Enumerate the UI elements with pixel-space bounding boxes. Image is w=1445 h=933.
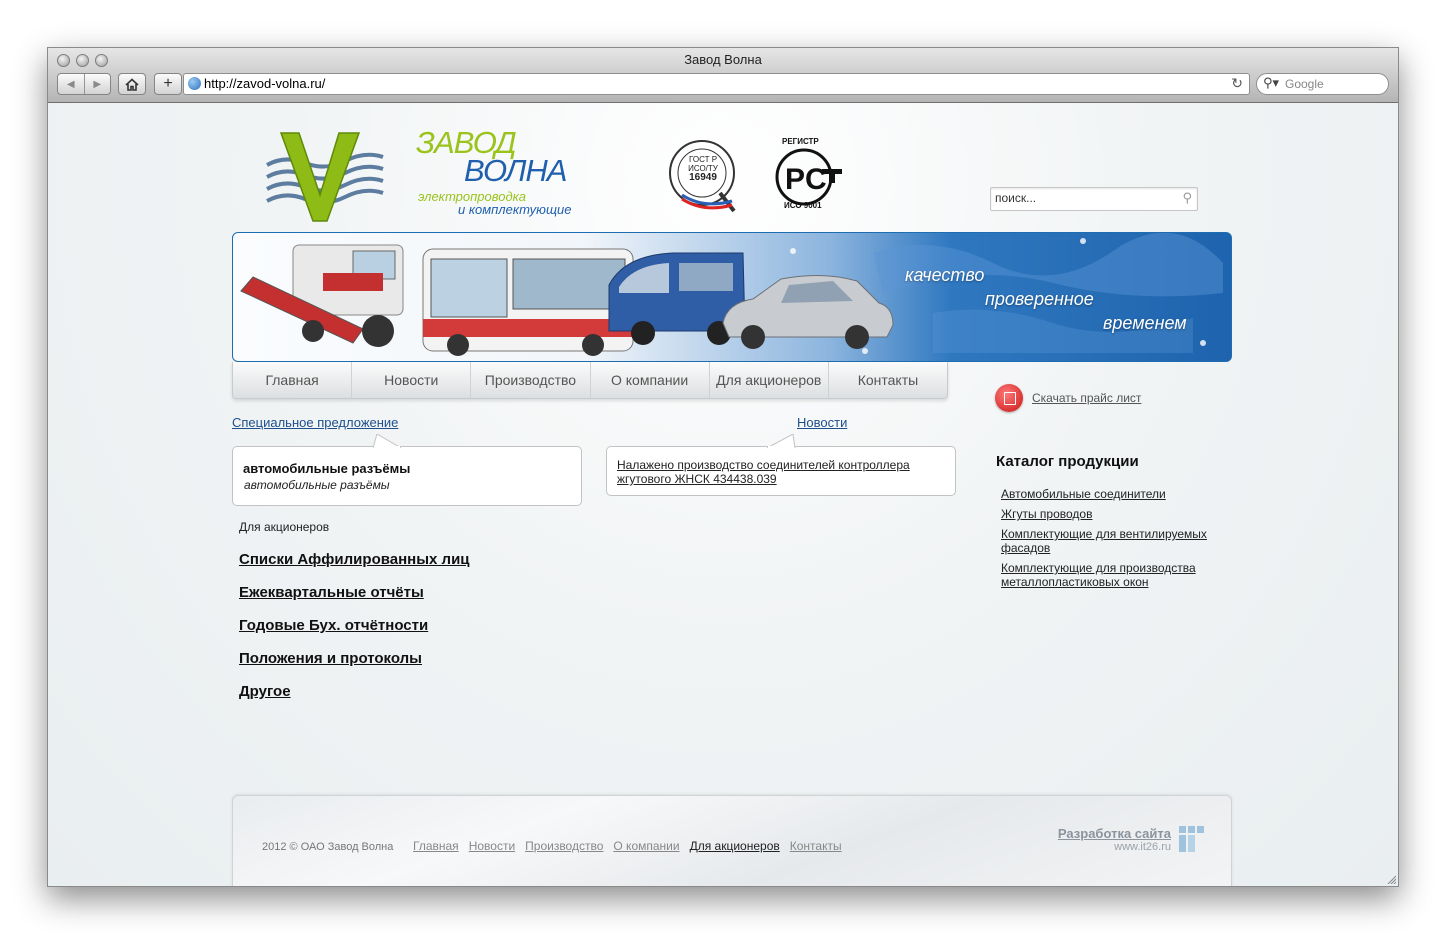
page-footer: 2012 © ОАО Завод Волна Главная Новости П… [232, 795, 1232, 886]
news-link[interactable]: Новости [797, 415, 847, 430]
developer-title[interactable]: Разработка сайта [1058, 826, 1171, 841]
svg-text:PC: PC [785, 163, 827, 196]
bubble-tail [373, 434, 402, 448]
site-search: ⚲ [990, 187, 1198, 211]
resize-grip-icon[interactable] [1386, 874, 1396, 884]
home-icon [125, 77, 139, 91]
hero-banner: качество проверенное временем [232, 232, 1232, 362]
menu-item-contacts[interactable]: Контакты [829, 362, 947, 398]
download-price-list-link[interactable]: Скачать прайс лист [1032, 391, 1141, 405]
gost-certificate-badge: ГОСТ Р ИСО/ТУ 16949 [668, 133, 740, 219]
tagline-line2: и комплектующие [458, 202, 572, 217]
banner-slogan-line1: качество [905, 265, 985, 285]
footer-link-about[interactable]: О компании [613, 839, 679, 853]
footer-link-news[interactable]: Новости [469, 839, 515, 853]
regulations-link[interactable]: Положения и протоколы [239, 650, 422, 667]
home-button[interactable] [118, 73, 146, 95]
news-item-link[interactable]: Налажено производство соединителей контр… [617, 458, 937, 486]
special-offer-subtitle: автомобильные разъёмы [244, 478, 390, 492]
developer-credit[interactable]: Разработка сайта www.it26.ru [1058, 826, 1171, 853]
add-bookmark-button[interactable]: + [154, 73, 182, 95]
forward-arrow-icon: ▶ [93, 78, 102, 90]
forward-button[interactable]: ▶ [83, 74, 111, 94]
menu-item-news[interactable]: Новости [352, 362, 472, 398]
cert-registr-bottom: ИСО 9001 [784, 201, 822, 210]
news-box: Налажено производство соединителей контр… [606, 434, 956, 496]
banner-slogan-line2: проверенное [985, 289, 1094, 309]
catalog-item-windows[interactable]: Комплектующие для производства металлопла… [1001, 561, 1196, 589]
main-menu: Главная Новости Производство О компании … [232, 362, 948, 399]
footer-link-production[interactable]: Производство [525, 839, 603, 853]
back-button[interactable]: ◀ [58, 74, 84, 94]
url-text[interactable]: http://zavod-volna.ru/ [204, 76, 325, 91]
search-icon: ⚲▾ [1263, 75, 1280, 90]
window-title: Завод Волна [684, 52, 762, 67]
menu-item-shareholders[interactable]: Для акционеров [710, 362, 829, 398]
menu-item-about[interactable]: О компании [591, 362, 710, 398]
browser-search-field[interactable]: ⚲▾ Google [1256, 73, 1389, 95]
special-offer-box: автомобильные разъёмы автомобильные разъ… [232, 434, 582, 506]
registr-certificate-badge: РЕГИСТР PC ИСО 9001 [770, 135, 846, 215]
footer-link-contacts[interactable]: Контакты [790, 839, 842, 853]
footer-copyright: 2012 © ОАО Завод Волна [262, 841, 394, 853]
quarterly-reports-link[interactable]: Ежеквартальные отчёты [239, 584, 424, 601]
page-content: ЗАВОД ВОЛНА электропроводка и комплектую… [48, 103, 1398, 886]
brand-name-line2: ВОЛНА [464, 153, 567, 188]
catalog-title: Каталог продукции [996, 453, 1139, 470]
address-bar[interactable]: http://zavod-volna.ru/ ↻ [183, 73, 1250, 95]
other-link[interactable]: Другое [239, 683, 291, 700]
banner-slogan-line3: временем [1103, 313, 1187, 333]
cert-gost-line1: ГОСТ Р [688, 155, 718, 164]
menu-item-home[interactable]: Главная [233, 362, 353, 398]
bubble-tail [767, 434, 796, 448]
developer-logo-icon [1179, 826, 1204, 852]
browser-toolbar: Завод Волна ◀ ▶ + http://zavod-volna.ru/… [48, 48, 1398, 103]
site-search-input[interactable] [995, 191, 1170, 205]
reload-icon[interactable]: ↻ [1231, 75, 1243, 92]
history-nav: ◀ ▶ [57, 73, 111, 95]
catalog-item-harnesses[interactable]: Жгуты проводов [1001, 507, 1092, 521]
download-icon[interactable] [995, 384, 1023, 412]
browser-search-placeholder: Google [1285, 77, 1324, 91]
annual-accounts-link[interactable]: Годовые Бух. отчётности [239, 617, 428, 634]
special-offer-title[interactable]: автомобильные разъёмы [243, 461, 410, 476]
back-arrow-icon: ◀ [66, 78, 75, 90]
catalog-item-connectors[interactable]: Автомобильные соединители [1001, 487, 1166, 501]
globe-icon [188, 77, 201, 90]
cert-gost-line3: 16949 [689, 172, 717, 183]
menu-item-production[interactable]: Производство [471, 362, 591, 398]
shareholders-title: Для акционеров [239, 520, 330, 534]
special-offer-link[interactable]: Специальное предложение [232, 415, 398, 430]
footer-nav: Главная Новости Производство О компании … [413, 839, 842, 853]
browser-window: Завод Волна ◀ ▶ + http://zavod-volna.ru/… [47, 47, 1399, 887]
search-icon[interactable]: ⚲ [1182, 190, 1192, 206]
catalog-item-facades[interactable]: Комплектующие для вентилируемых фасадов [1001, 527, 1207, 555]
footer-link-home[interactable]: Главная [413, 839, 459, 853]
logo-icon[interactable] [265, 125, 385, 225]
footer-link-shareholders[interactable]: Для акционеров [690, 839, 780, 853]
plus-icon: + [163, 75, 173, 92]
affiliated-persons-link[interactable]: Списки Аффилированных лиц [239, 551, 470, 568]
developer-url: www.it26.ru [1114, 841, 1171, 853]
